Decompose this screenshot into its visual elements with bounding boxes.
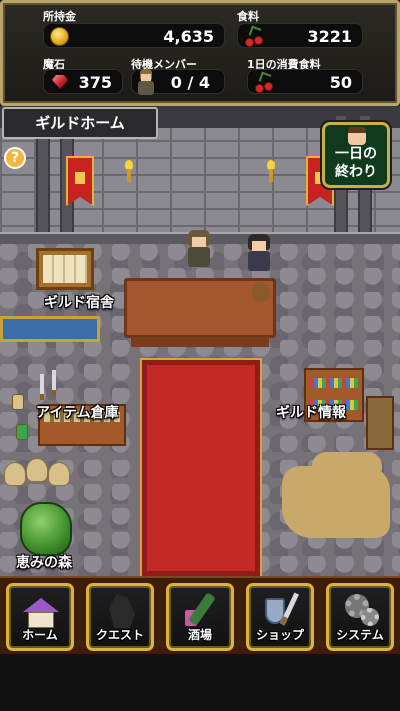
nav-home-button[interactable]: ホーム [6,583,74,651]
bottom-bar-background [0,654,400,711]
dragon-icon [103,592,139,628]
magic-stone-display: 375 [43,69,123,94]
money-display: 4,635 [43,23,225,48]
teddy-bear-icon [252,282,270,302]
members-value: 0 / 4 [170,73,210,92]
grain-sacks [4,458,74,486]
daily-food-display: 50 [247,69,363,94]
wall-torch-icon [266,160,276,182]
guild-master-npc[interactable] [184,230,214,268]
npc-portrait-icon [348,127,366,145]
cherry-icon [244,25,266,48]
bottle-icon [183,592,219,628]
end-day-line2: 終わり [335,164,377,180]
gear-icon [343,592,379,628]
magic-stone-value: 375 [78,73,112,92]
food-label: 食料 [237,10,259,23]
nav-quest-label: クエスト [95,628,144,642]
end-day-line1: 一日の [335,146,377,162]
dormitory-board[interactable] [36,248,94,290]
shield-sword-icon [263,592,299,628]
resource-hud: 所持金 4,635 食料 3221 魔石 375 待機メンバー 0 / 4 1日… [0,0,400,106]
guild-info-label[interactable]: ギルド情報 [276,402,346,422]
sword-icon [52,370,56,396]
daily-food-value: 50 [329,73,352,92]
red-carpet [140,358,262,576]
nav-shop-button[interactable]: ショップ [246,583,314,651]
forest-tree[interactable] [20,502,72,556]
nav-shop-label: ショップ [255,628,304,642]
bottom-nav: ホーム クエスト 酒場 ショップ システム [0,576,400,654]
item-storage-label[interactable]: アイテム倉庫 [36,402,119,422]
sand-patch [282,466,390,538]
nav-system-button[interactable]: システム [326,583,394,651]
nav-quest-button[interactable]: クエスト [86,583,154,651]
guild-hall-scene[interactable]: ギルドホーム ? 一日の 終わり ギルド宿舎 アイテム倉庫 ギルド情報 恵みの森 [0,106,400,576]
nav-bar-button[interactable]: 酒場 [166,583,234,651]
red-gem-icon [52,75,68,89]
gold-coin-icon [50,27,69,46]
bookshelf-side [366,396,394,450]
help-icon[interactable]: ? [4,147,26,169]
wall-torch-icon [124,160,134,182]
sword-icon [40,374,44,400]
jar-icon [12,394,24,410]
member-portrait-icon [136,69,156,97]
nav-bar-label: 酒場 [187,628,212,642]
house-icon [23,592,59,628]
nav-home-label: ホーム [22,628,58,642]
location-title: ギルドホーム [2,107,158,139]
dormitory-label[interactable]: ギルド宿舎 [44,292,114,312]
food-value: 3221 [307,27,352,46]
food-display: 3221 [237,23,363,48]
money-value: 4,635 [163,27,214,46]
money-label: 所持金 [43,10,76,23]
forest-label[interactable]: 恵みの森 [16,552,72,572]
nav-system-label: システム [336,628,384,642]
jar-icon [16,424,28,440]
blue-rug [0,316,100,342]
receptionist-npc[interactable] [244,234,274,272]
end-day-button[interactable]: 一日の 終わり [322,122,390,188]
cherry-icon [254,71,276,94]
